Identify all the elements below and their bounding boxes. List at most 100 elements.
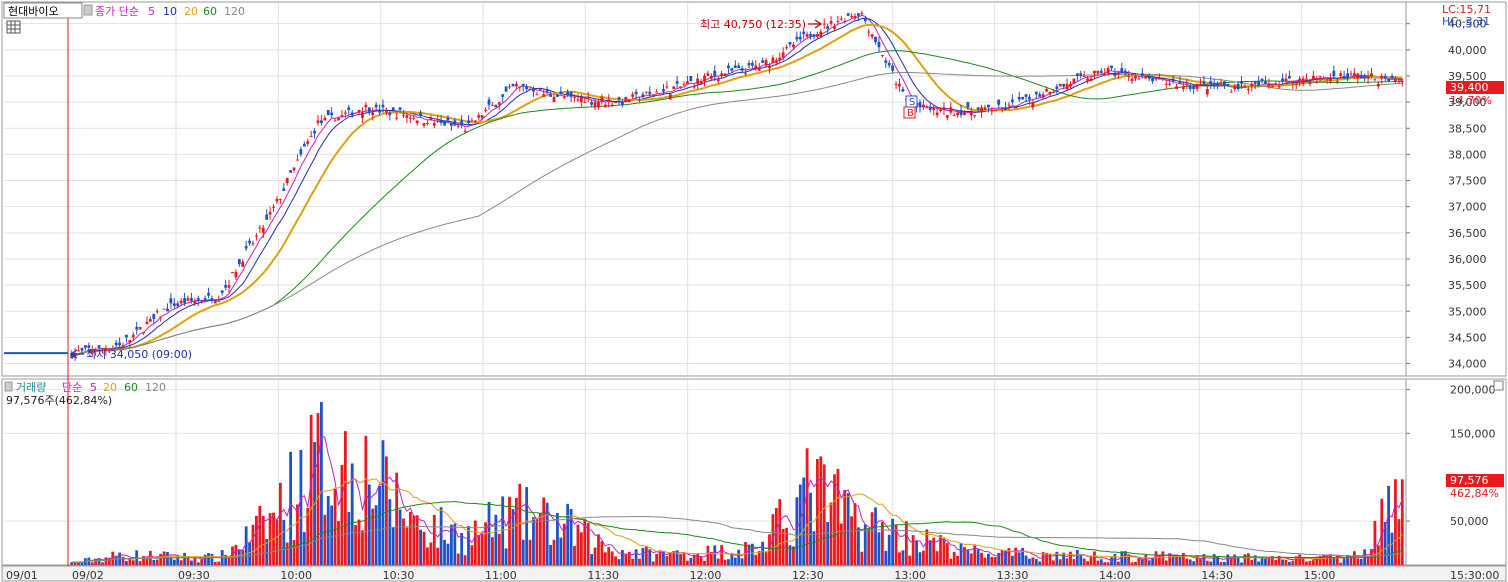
volume-bar	[1086, 561, 1090, 565]
volume-legend-ma: 단순	[62, 381, 82, 394]
time-tick-label: 13:00	[894, 569, 926, 582]
candle-body	[166, 308, 169, 312]
table-icon[interactable]	[6, 20, 21, 34]
candle-body	[959, 109, 963, 116]
candle-body	[815, 34, 819, 37]
candle-body	[152, 313, 156, 320]
candle-body	[1069, 83, 1072, 87]
candle-body	[1048, 91, 1052, 95]
volume-pct-value: 462,84%	[1450, 487, 1499, 500]
candle-body	[1134, 75, 1137, 79]
price-tick-label: 38,500	[1448, 122, 1487, 135]
candle-body	[1366, 75, 1370, 79]
candle-body	[497, 102, 501, 105]
candle-body	[265, 214, 269, 220]
candle-body	[692, 86, 696, 88]
volume-bar	[255, 515, 258, 565]
candle-body	[337, 117, 340, 121]
stock-chart[interactable]: 40,50040,00039,50039,00038,50038,00037,5…	[0, 0, 1508, 582]
candle-body	[1226, 83, 1230, 87]
volume-collapse-button[interactable]	[1493, 380, 1504, 391]
volume-bar	[942, 537, 946, 565]
candle-body	[1240, 81, 1243, 84]
candle-body	[220, 290, 224, 293]
volume-bar	[969, 553, 973, 565]
volume-bar	[152, 559, 156, 565]
volume-bar	[918, 552, 922, 565]
volume-bar	[234, 544, 238, 565]
current-change-value: 14,70%	[1450, 94, 1492, 107]
candle-body	[1212, 83, 1216, 87]
volume-bar	[956, 555, 960, 565]
volume-bar	[798, 484, 802, 565]
volume-bar	[600, 541, 604, 565]
price-tick-label: 34,500	[1448, 331, 1487, 344]
volume-bar	[1226, 554, 1230, 565]
volume-bar	[333, 488, 337, 565]
candle-body	[207, 292, 210, 296]
candle-body	[795, 36, 799, 40]
candle-body	[535, 94, 539, 96]
candle-body	[1342, 75, 1346, 79]
settings-button[interactable]	[83, 4, 93, 16]
volume-bar	[1387, 485, 1391, 565]
volume-bar	[1298, 554, 1302, 565]
candle-body	[224, 285, 228, 288]
candle-body	[614, 102, 617, 104]
candle-body	[419, 112, 423, 116]
candle-body	[1246, 89, 1250, 91]
candle-body	[292, 167, 296, 171]
candle-body	[467, 120, 470, 124]
candle-body	[1038, 94, 1042, 97]
candle-body	[586, 96, 590, 98]
candle-body	[408, 117, 412, 119]
candle-body	[1318, 75, 1322, 77]
candle-body	[976, 107, 980, 110]
volume-bar	[395, 472, 399, 565]
volume-bar	[101, 562, 104, 565]
volume-bar	[446, 543, 450, 565]
candle-body	[1305, 78, 1308, 80]
volume-bar	[405, 527, 409, 565]
candle-body	[487, 99, 491, 105]
candle-body	[460, 120, 464, 126]
volume-bar	[648, 549, 652, 565]
candle-body	[870, 34, 874, 37]
candle-body	[757, 68, 761, 71]
candle-body	[227, 285, 231, 288]
candle-body	[829, 21, 833, 24]
volume-bar	[805, 448, 809, 565]
volume-bar	[774, 507, 778, 565]
volume-tick-label: 200,000	[1450, 383, 1496, 396]
candle-body	[275, 198, 279, 202]
volume-bar	[504, 548, 508, 565]
volume-bar	[470, 545, 474, 565]
volume-bar	[1267, 557, 1271, 565]
volume-bar	[846, 493, 850, 565]
candle-body	[501, 94, 505, 97]
volume-bar	[1236, 557, 1240, 565]
candle-body	[1288, 75, 1291, 79]
volume-bar	[381, 440, 385, 565]
candle-body	[1346, 73, 1349, 79]
candle-body	[1209, 81, 1213, 84]
candle-body	[1223, 81, 1226, 87]
volume-bar	[213, 561, 217, 565]
volume-bar	[1209, 561, 1213, 565]
candle-body	[1171, 78, 1175, 82]
volume-bar	[138, 561, 142, 565]
volume-bar	[993, 557, 997, 565]
volume-bar	[426, 547, 429, 565]
volume-settings-button[interactable]	[4, 381, 13, 392]
volume-bar	[1223, 562, 1226, 565]
candle-body	[145, 321, 149, 325]
candle-body	[833, 26, 836, 29]
volume-bar	[326, 496, 330, 565]
candle-body	[1400, 81, 1404, 83]
volume-bar	[432, 514, 436, 565]
volume-bar	[867, 528, 871, 565]
candle-body	[268, 211, 272, 215]
candle-body	[364, 104, 368, 108]
candle-body	[217, 300, 221, 302]
time-tick-label: 14:30	[1201, 569, 1233, 582]
